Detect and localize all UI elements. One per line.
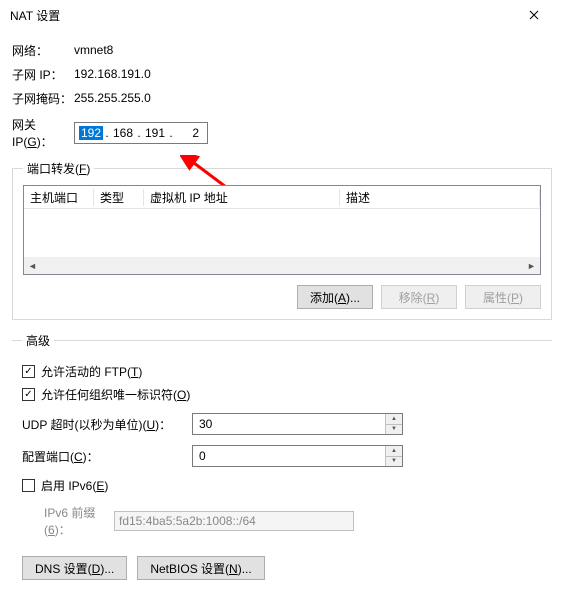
spin-down-icon[interactable]: ▼ xyxy=(386,425,402,435)
port-forward-table[interactable]: 主机端口 类型 虚拟机 IP 地址 描述 ◄ ► xyxy=(23,185,541,275)
checkbox-unchecked-icon xyxy=(22,479,35,492)
col-desc[interactable]: 描述 xyxy=(340,189,540,206)
checkbox-checked-icon: ✓ xyxy=(22,388,35,401)
dns-settings-button[interactable]: DNS 设置(D)... xyxy=(22,556,127,580)
scroll-right-icon[interactable]: ► xyxy=(523,257,540,274)
network-value: vmnet8 xyxy=(74,43,113,57)
scroll-left-icon[interactable]: ◄ xyxy=(24,257,41,274)
add-button[interactable]: 添加(A)... xyxy=(297,285,373,309)
udp-timeout-value[interactable]: 30 xyxy=(193,414,385,434)
port-forward-legend: 端口转发(F) xyxy=(23,160,94,177)
close-icon xyxy=(529,10,539,20)
subnet-mask-value: 255.255.255.0 xyxy=(74,91,151,105)
remove-button: 移除(R) xyxy=(381,285,457,309)
window-title: NAT 设置 xyxy=(10,7,60,24)
spin-up-icon[interactable]: ▲ xyxy=(386,414,402,425)
enable-ipv6-checkbox[interactable]: 启用 IPv6(E) xyxy=(22,477,542,494)
subnet-ip-label: 子网 IP： xyxy=(12,66,74,83)
ip-seg-2[interactable]: 168 xyxy=(111,126,135,140)
netbios-settings-button[interactable]: NetBIOS 设置(N)... xyxy=(137,556,264,580)
advanced-group: 高级 ✓ 允许活动的 FTP(T) ✓ 允许任何组织唯一标识符(O) UDP 超… xyxy=(12,332,552,580)
horizontal-scrollbar[interactable]: ◄ ► xyxy=(24,257,540,274)
port-forward-group: 端口转发(F) 主机端口 类型 虚拟机 IP 地址 描述 ◄ ► 添加(A)..… xyxy=(12,160,552,320)
udp-timeout-input[interactable]: 30 ▲ ▼ xyxy=(192,413,403,435)
subnet-mask-label: 子网掩码： xyxy=(12,90,74,107)
close-button[interactable] xyxy=(514,1,554,29)
spin-up-icon[interactable]: ▲ xyxy=(386,446,402,457)
ip-seg-3[interactable]: 191 xyxy=(143,126,167,140)
checkbox-checked-icon: ✓ xyxy=(22,365,35,378)
spin-down-icon[interactable]: ▼ xyxy=(386,457,402,467)
gateway-label: 网关 IP(G)： xyxy=(12,116,74,150)
properties-button: 属性(P) xyxy=(465,285,541,309)
allow-active-ftp-checkbox[interactable]: ✓ 允许活动的 FTP(T) xyxy=(22,363,542,380)
ip-seg-4[interactable]: 2 xyxy=(175,126,203,140)
gateway-ip-input[interactable]: 192 . 168 . 191 . 2 xyxy=(74,122,208,144)
col-vm-ip[interactable]: 虚拟机 IP 地址 xyxy=(144,189,340,206)
network-label: 网络： xyxy=(12,42,74,59)
col-host-port[interactable]: 主机端口 xyxy=(24,189,94,206)
ip-seg-1[interactable]: 192 xyxy=(79,126,103,140)
allow-any-oui-checkbox[interactable]: ✓ 允许任何组织唯一标识符(O) xyxy=(22,386,542,403)
advanced-legend: 高级 xyxy=(22,332,54,349)
udp-timeout-label: UDP 超时(以秒为单位)(U)： xyxy=(22,416,192,433)
ipv6-prefix-label: IPv6 前缀(6)： xyxy=(44,504,114,538)
config-port-input[interactable]: 0 ▲ ▼ xyxy=(192,445,403,467)
config-port-value[interactable]: 0 xyxy=(193,446,385,466)
config-port-label: 配置端口(C)： xyxy=(22,448,192,465)
col-type[interactable]: 类型 xyxy=(94,189,144,206)
subnet-ip-value: 192.168.191.0 xyxy=(74,67,151,81)
ipv6-prefix-input xyxy=(114,511,354,531)
